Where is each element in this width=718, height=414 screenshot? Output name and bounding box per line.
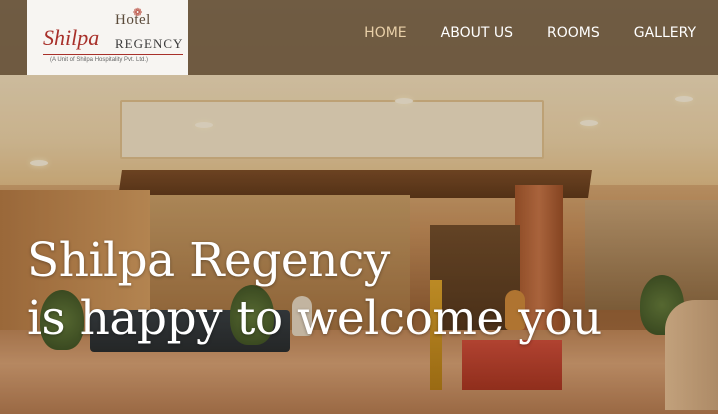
site-header: ❁ Hotel Shilpa REGENCY (A Unit of Shilpa…: [0, 0, 718, 75]
nav-gallery[interactable]: GALLERY: [634, 25, 696, 41]
logo-tagline: (A Unit of Shilpa Hospitality Pvt. Ltd.): [50, 57, 149, 63]
main-navigation: HOME ABOUT US ROOMS GALLERY: [330, 0, 718, 66]
hero-headline: Shilpa Regency is happy to welcome you: [27, 232, 602, 348]
nav-rooms[interactable]: ROOMS: [547, 25, 600, 41]
logo-hotel-text: Hotel: [115, 12, 151, 28]
logo-name-script: Shilpa: [43, 25, 100, 50]
nav-about-us[interactable]: ABOUT US: [441, 25, 513, 41]
hero-title-line2: is happy to welcome you: [27, 291, 602, 346]
nav-home[interactable]: HOME: [364, 25, 406, 41]
hotel-logo[interactable]: ❁ Hotel Shilpa REGENCY (A Unit of Shilpa…: [27, 0, 188, 75]
hero-title-line1: Shilpa Regency: [27, 233, 390, 288]
logo-name-caps: REGENCY: [115, 36, 184, 51]
logo-divider: [43, 54, 183, 55]
